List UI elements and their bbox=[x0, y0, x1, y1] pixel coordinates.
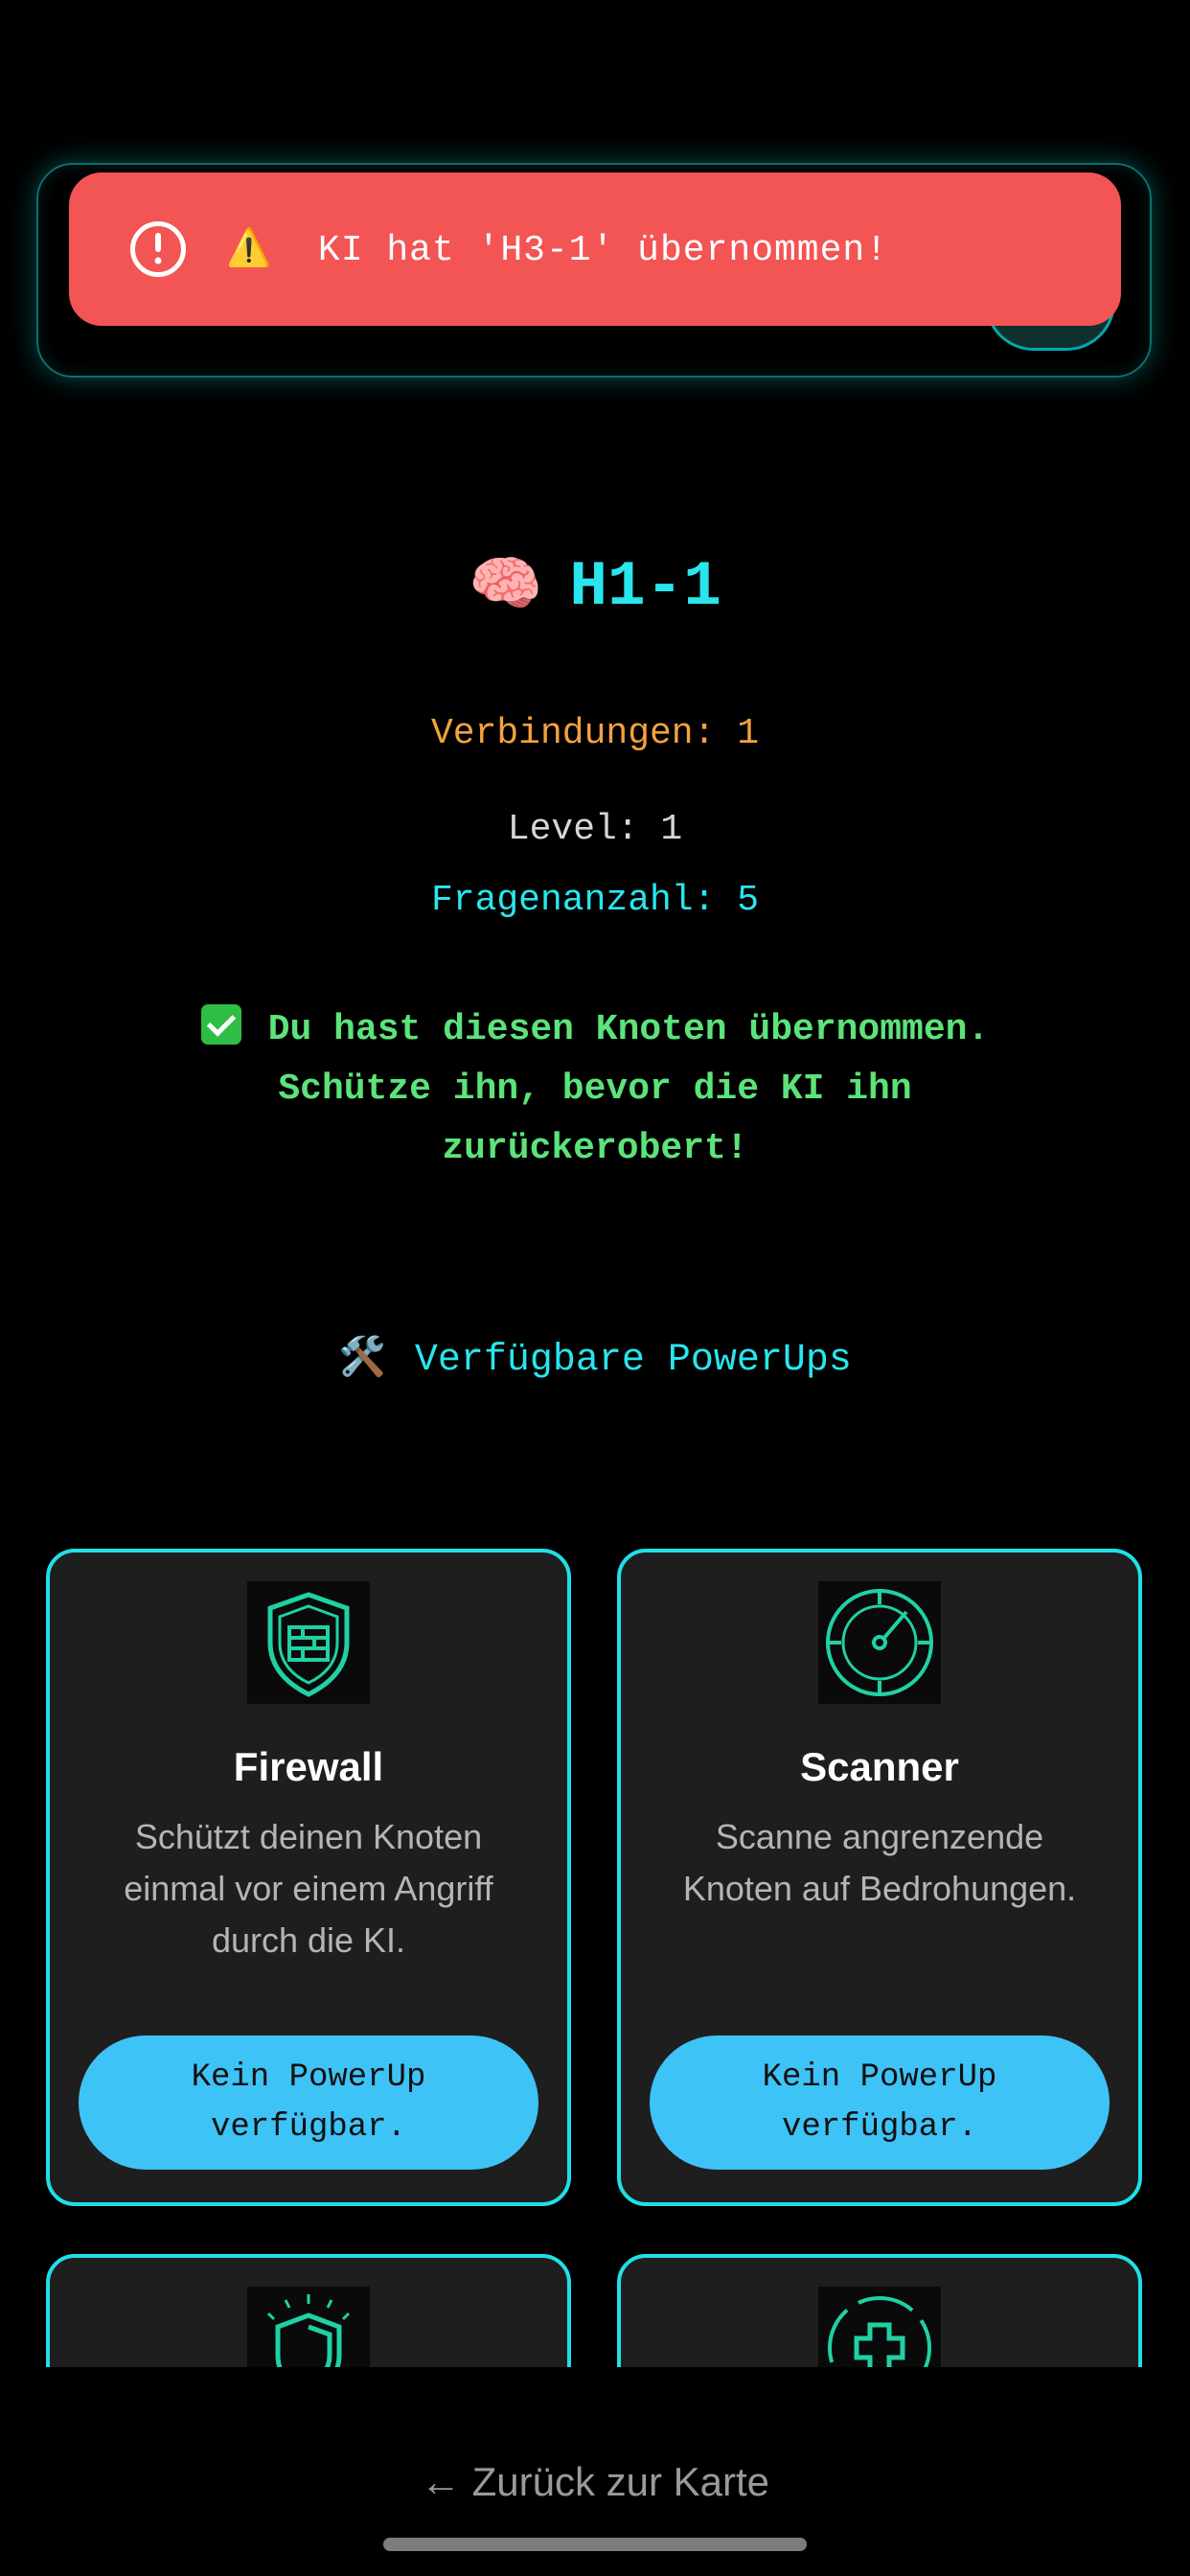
back-to-map-link[interactable]: ← Zurück zur Karte bbox=[0, 2459, 1190, 2505]
firewall-shield-icon bbox=[247, 1581, 370, 1704]
brain-icon: 🧠 bbox=[469, 554, 543, 622]
button-label-line2: verfügbar. bbox=[781, 2109, 978, 2146]
alert-circle-icon bbox=[130, 221, 186, 277]
powerups-heading: 🛠️ Verfügbare PowerUps bbox=[0, 1334, 1190, 1382]
card-description: Scanne angrenzende Knoten auf Bedrohunge… bbox=[682, 1817, 1077, 1908]
tools-icon: 🛠️ bbox=[338, 1339, 386, 1382]
owned-message-text: Du hast diesen Knoten übernommen. Schütz… bbox=[267, 1009, 990, 1169]
check-icon bbox=[200, 1004, 241, 1045]
powerup-card-scanner: Scanner Scanne angrenzende Knoten auf Be… bbox=[617, 1549, 1142, 2206]
question-count: Fragenanzahl: 5 bbox=[430, 880, 760, 921]
node-title-text: H1-1 bbox=[569, 551, 721, 623]
button-label-line1: Kein PowerUp bbox=[191, 2059, 426, 2096]
level-value: Level: 1 bbox=[507, 809, 683, 850]
scanner-powerup-button[interactable]: Kein PowerUp verfügbar. bbox=[650, 2036, 1110, 2170]
button-label-line1: Kein PowerUp bbox=[762, 2059, 997, 2096]
card-description: Schützt deinen Knoten einmal vor einem A… bbox=[124, 1817, 493, 1960]
toast-notification[interactable]: ⚠️ KI hat 'H3-1' übernommen! bbox=[69, 172, 1121, 326]
powerups-heading-text: Verfügbare PowerUps bbox=[414, 1339, 852, 1382]
button-label-line2: verfügbar. bbox=[210, 2109, 407, 2146]
powerup-card-firewall: Firewall Schützt deinen Knoten einmal vo… bbox=[46, 1549, 571, 2206]
home-indicator[interactable] bbox=[383, 2538, 807, 2551]
firewall-powerup-button[interactable]: Kein PowerUp verfügbar. bbox=[79, 2036, 538, 2170]
radar-scanner-icon bbox=[818, 1581, 941, 1704]
card-title: Scanner bbox=[800, 1744, 959, 1789]
card-title: Firewall bbox=[233, 1744, 384, 1789]
connections-count: Verbindungen: 1 bbox=[430, 713, 760, 754]
toast-message: ⚠️ KI hat 'H3-1' übernommen! bbox=[226, 230, 889, 271]
owned-message: Du hast diesen Knoten übernommen. Schütz… bbox=[115, 1000, 1075, 1179]
node-title: 🧠 H1-1 bbox=[0, 544, 1190, 632]
